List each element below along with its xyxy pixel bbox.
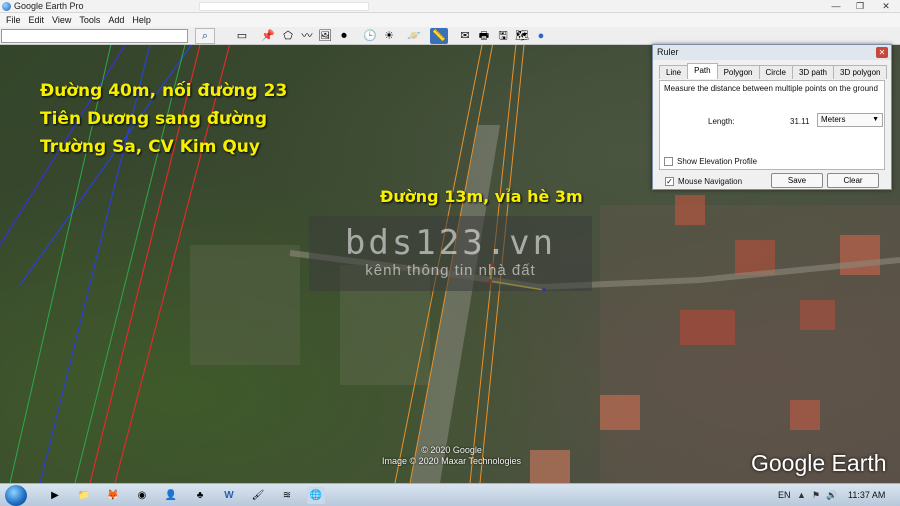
imagery-copyright: © 2020 Google Image © 2020 Maxar Technol… xyxy=(382,445,521,467)
tab-circle[interactable]: Circle xyxy=(758,65,793,79)
ruler-dialog: Ruler ✕ Line Path Polygon Circle 3D path… xyxy=(652,44,892,190)
record-tour-button[interactable]: ⏺ xyxy=(335,28,353,44)
roof xyxy=(680,310,735,345)
show-elevation-checkbox[interactable] xyxy=(664,157,673,166)
menu-add[interactable]: Add xyxy=(108,15,124,25)
word-taskbar-icon[interactable]: W xyxy=(220,487,238,504)
save-button[interactable]: Save xyxy=(771,173,823,188)
magnifier-icon: ⌕ xyxy=(201,30,209,42)
taskbar: ▶ 📁 🦊 ◉ 👤 ♣ W 🖌 ≋ 🌐 EN ▲ ⚑ 🔊 11:37 AM xyxy=(0,483,900,506)
checkmark-icon: ✓ xyxy=(666,177,673,186)
show-elevation-row[interactable]: Show Elevation Profile xyxy=(664,157,757,166)
sidebar-toggle-button[interactable]: ▭ xyxy=(233,28,251,44)
tab-3d-path[interactable]: 3D path xyxy=(791,65,834,79)
view-in-maps-button[interactable]: 🗺 xyxy=(513,28,531,44)
title-bar-field xyxy=(198,1,369,11)
gray-app-taskbar-icon[interactable]: ≋ xyxy=(278,487,296,504)
roof xyxy=(675,195,705,225)
flag-icon[interactable]: ⚑ xyxy=(812,490,820,501)
roof xyxy=(840,235,880,275)
speaker-icon[interactable]: 🔊 xyxy=(826,490,837,501)
tab-3d-polygon[interactable]: 3D polygon xyxy=(833,65,888,79)
close-icon: ✕ xyxy=(878,48,886,57)
tab-path[interactable]: Path xyxy=(687,63,718,79)
search-button[interactable]: ⌕ xyxy=(195,28,215,44)
roof xyxy=(735,240,775,275)
menu-view[interactable]: View xyxy=(52,15,71,25)
google-earth-taskbar-icon[interactable]: 🌐 xyxy=(307,487,325,504)
search-input[interactable] xyxy=(1,29,188,43)
add-overlay-button[interactable]: 🖼 xyxy=(316,28,334,44)
mouse-navigation-checkbox[interactable]: ✓ xyxy=(665,177,674,186)
unit-select[interactable]: Meters ▼ xyxy=(817,113,883,127)
roof xyxy=(790,400,820,430)
length-label: Length: xyxy=(708,117,735,126)
length-value: 31.11 xyxy=(790,117,810,126)
add-polygon-button[interactable]: ⬠ xyxy=(279,28,297,44)
sunlight-button[interactable]: ☀ xyxy=(380,28,398,44)
add-placemark-button[interactable]: 📌 xyxy=(259,28,277,44)
green-app-taskbar-icon[interactable]: ♣ xyxy=(191,487,209,504)
roof xyxy=(800,300,835,330)
mouse-navigation-label: Mouse Navigation xyxy=(678,177,743,186)
copyright-maxar: Image © 2020 Maxar Technologies xyxy=(382,456,522,466)
menu-help[interactable]: Help xyxy=(132,15,151,25)
watermark-main: bds123.vn xyxy=(344,223,557,263)
tab-polygon[interactable]: Polygon xyxy=(716,65,760,79)
ruler-close-button[interactable]: ✕ xyxy=(876,47,888,58)
switch-planet-button[interactable]: 🪐 xyxy=(405,28,423,44)
ruler-button[interactable]: 📏 xyxy=(430,28,448,44)
email-button[interactable]: ✉ xyxy=(456,28,474,44)
file-explorer-taskbar-icon[interactable]: 📁 xyxy=(75,487,93,504)
maximize-button[interactable]: ❐ xyxy=(848,0,872,13)
watermark-sub: kênh thông tin nhà đất xyxy=(365,262,536,279)
tab-line[interactable]: Line xyxy=(659,65,689,79)
print-button[interactable]: 🖶 xyxy=(475,28,493,44)
menu-tools[interactable]: Tools xyxy=(79,15,100,25)
close-button[interactable]: ✕ xyxy=(872,0,900,13)
road-13m-caption: Đường 13m, vỉa hè 3m xyxy=(380,187,583,206)
paint-taskbar-icon[interactable]: 🖌 xyxy=(249,487,267,504)
user-app-taskbar-icon[interactable]: 👤 xyxy=(162,487,180,504)
ruler-tabs: Line Path Polygon Circle 3D path 3D poly… xyxy=(659,63,888,79)
road-40m-caption: Đường 40m, nối đường 23 Tiên Dương sang … xyxy=(40,81,288,157)
window-controls: — ❐ ✕ xyxy=(824,0,900,13)
start-button[interactable] xyxy=(5,485,27,506)
chevron-down-icon: ▼ xyxy=(872,116,879,123)
earth-view-button[interactable]: ● xyxy=(532,28,550,44)
system-clock[interactable]: 11:37 AM xyxy=(848,490,885,500)
media-player-taskbar-icon[interactable]: ▶ xyxy=(46,487,64,504)
google-earth-app-icon xyxy=(2,1,11,11)
menu-edit[interactable]: Edit xyxy=(29,15,45,25)
copyright-google: © 2020 Google xyxy=(421,445,482,455)
save-image-button[interactable]: 🖫 xyxy=(494,28,512,44)
chevron-up-icon[interactable]: ▲ xyxy=(797,490,806,500)
watermark: bds123.vn kênh thông tin nhà đất xyxy=(309,216,592,291)
minimize-button[interactable]: — xyxy=(824,0,848,13)
orchard-field xyxy=(190,245,300,365)
roof xyxy=(600,395,640,430)
toolbar: ⌕ ▭ 📌 ⬠ 〰 🖼 ⏺ 🕒 ☀ 🪐 📏 ✉ 🖶 🖫 🗺 ● xyxy=(0,27,900,45)
title-bar: Google Earth Pro — ❐ ✕ xyxy=(0,0,900,13)
menu-bar: File Edit View Tools Add Help xyxy=(0,13,900,27)
unit-selected-value: Meters xyxy=(821,115,846,124)
window-title: Google Earth Pro xyxy=(14,1,84,11)
clear-button[interactable]: Clear xyxy=(827,173,879,188)
roof xyxy=(530,450,570,483)
show-elevation-label: Show Elevation Profile xyxy=(677,157,758,166)
add-path-button[interactable]: 〰 xyxy=(298,28,316,44)
menu-file[interactable]: File xyxy=(6,15,21,25)
historical-imagery-button[interactable]: 🕒 xyxy=(361,28,379,44)
ruler-description: Measure the distance between multiple po… xyxy=(664,84,878,93)
ruler-path-panel: Measure the distance between multiple po… xyxy=(659,80,885,170)
firefox-taskbar-icon[interactable]: 🦊 xyxy=(104,487,122,504)
chrome-taskbar-icon[interactable]: ◉ xyxy=(133,487,151,504)
language-indicator[interactable]: EN xyxy=(778,490,791,500)
mouse-navigation-row[interactable]: ✓ Mouse Navigation xyxy=(665,177,742,186)
ruler-title: Ruler xyxy=(653,45,891,60)
google-earth-logo: Google Earth xyxy=(751,450,887,476)
